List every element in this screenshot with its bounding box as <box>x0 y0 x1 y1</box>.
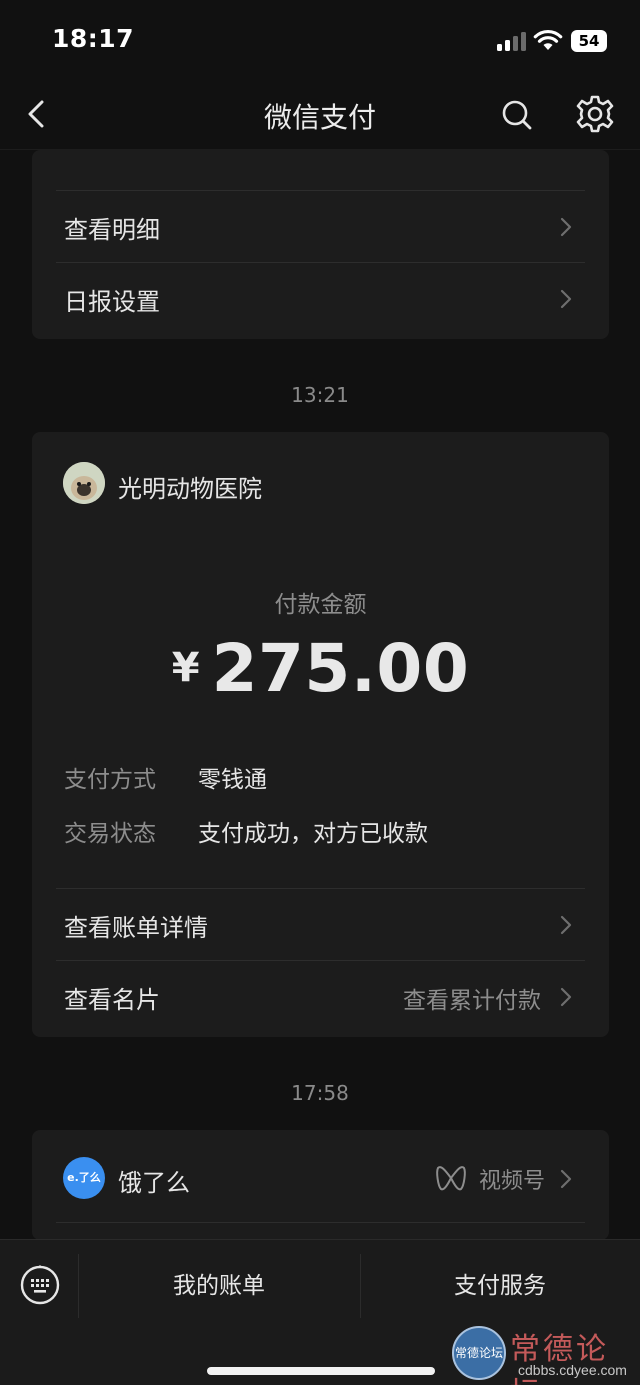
cellular-signal-icon <box>497 31 526 51</box>
row-label: 查看名片 <box>64 986 160 1014</box>
view-details-row[interactable]: 查看明细 <box>56 190 585 262</box>
payment-method-value: 零钱通 <box>198 767 267 793</box>
gear-icon[interactable] <box>574 93 616 135</box>
chevron-right-icon <box>560 289 572 309</box>
nav-bar: 微信支付 <box>0 80 640 150</box>
search-icon[interactable] <box>497 95 537 135</box>
cumulative-payments-link[interactable]: 查看累计付款 <box>403 981 541 1015</box>
row-label: 查看明细 <box>64 216 160 244</box>
payment-method-label: 支付方式 <box>64 767 156 793</box>
amount-value: 275.00 <box>211 630 470 707</box>
row-label: 日报设置 <box>64 288 160 316</box>
business-card-row[interactable]: 查看名片 查看累计付款 <box>56 960 585 1032</box>
wifi-icon <box>533 29 563 50</box>
watermark-logo: 常德论坛 <box>452 1326 506 1380</box>
tab-my-bills[interactable]: 我的账单 <box>78 1240 360 1332</box>
home-indicator[interactable] <box>207 1367 435 1375</box>
chevron-right-icon <box>560 915 572 935</box>
eleme-card: e.了么 饿了么 视频号 <box>32 1130 609 1240</box>
payment-card: 光明动物医院 付款金额 ¥275.00 支付方式 零钱通 交易状态 支付成功，对… <box>32 432 609 1037</box>
divider <box>56 1222 585 1223</box>
watermark-url: cdbbs.cdyee.com <box>518 1362 627 1378</box>
keyboard-icon[interactable] <box>19 1264 61 1306</box>
eleme-logo[interactable]: e.了么 <box>63 1157 105 1199</box>
transaction-status-value: 支付成功，对方已收款 <box>198 821 428 847</box>
merchant-avatar[interactable] <box>63 462 105 504</box>
currency-symbol: ¥ <box>171 645 200 691</box>
row-label: 查看账单详情 <box>64 914 208 942</box>
message-timestamp: 13:21 <box>291 383 349 407</box>
battery-indicator: 54 <box>571 30 607 52</box>
chevron-right-icon <box>560 987 572 1007</box>
payment-amount: ¥275.00 <box>32 630 609 707</box>
tab-payment-services[interactable]: 支付服务 <box>360 1240 640 1332</box>
channels-label[interactable]: 视频号 <box>479 1163 545 1195</box>
page-title: 微信支付 <box>263 101 376 134</box>
merchant-name[interactable]: 光明动物医院 <box>118 469 262 504</box>
merchant-name[interactable]: 饿了么 <box>118 1163 190 1198</box>
transaction-status-label: 交易状态 <box>64 821 156 847</box>
channels-icon <box>436 1166 466 1191</box>
amount-label: 付款金额 <box>274 592 367 618</box>
status-time: 18:17 <box>52 24 135 53</box>
status-bar: 18:17 54 <box>0 0 640 80</box>
bottom-bar: 我的账单 支付服务 常德论坛 常德论坛 cdbbs.cdyee.com <box>0 1239 640 1385</box>
chevron-right-icon <box>560 217 572 237</box>
daily-report-card: 查看明细 日报设置 <box>32 150 609 339</box>
daily-report-settings-row[interactable]: 日报设置 <box>56 262 585 334</box>
bill-details-row[interactable]: 查看账单详情 <box>56 888 585 960</box>
chevron-right-icon[interactable] <box>559 1168 573 1190</box>
message-timestamp: 17:58 <box>291 1081 349 1105</box>
